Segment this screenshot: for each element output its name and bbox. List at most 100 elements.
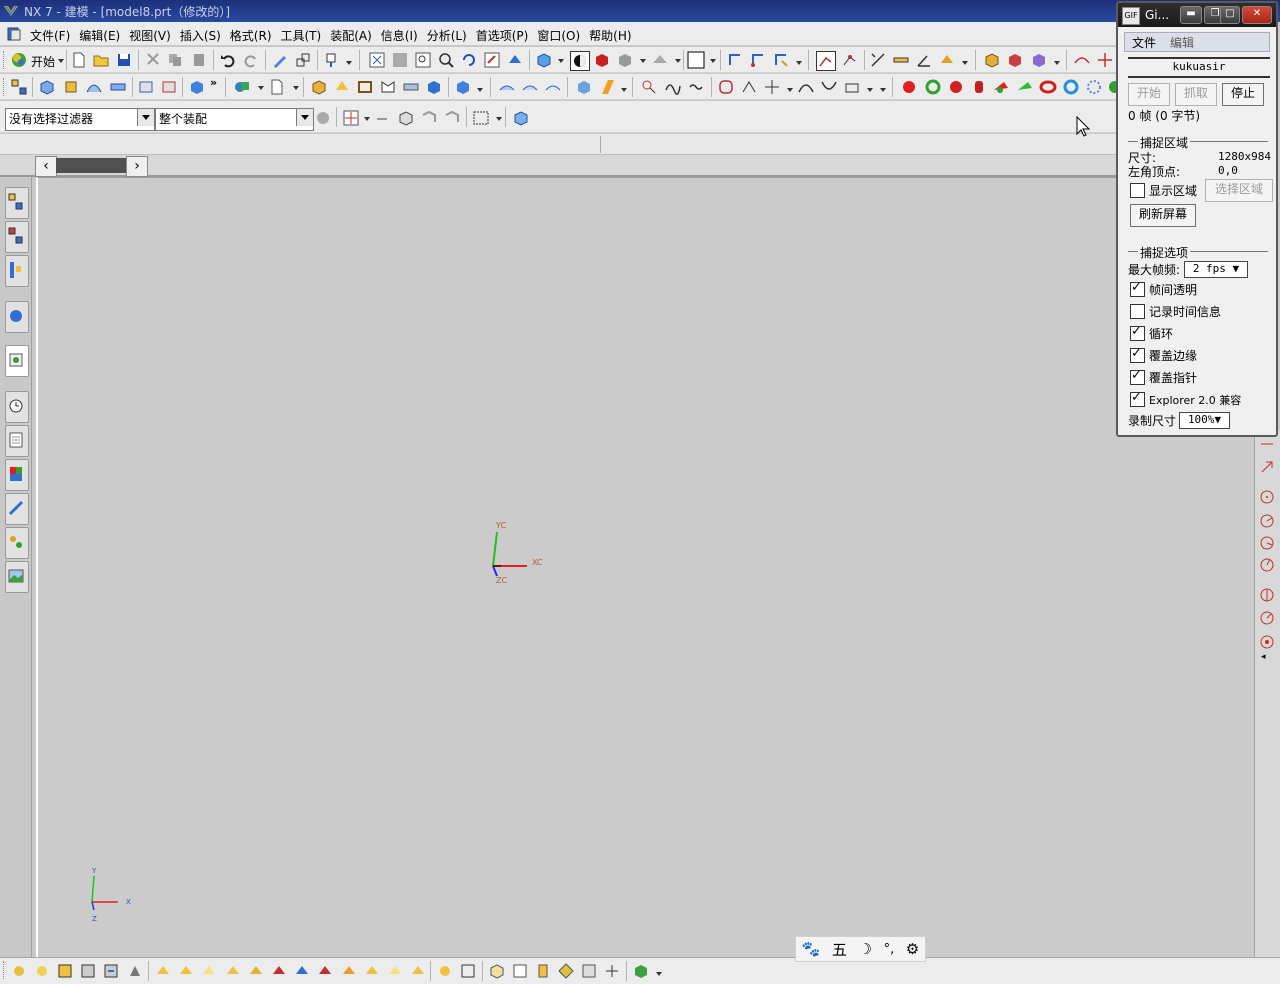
part-navigator-icon[interactable] bbox=[10, 78, 28, 96]
mirror-icon[interactable] bbox=[270, 962, 288, 980]
history-palette-tab[interactable] bbox=[5, 561, 29, 593]
cover-pointer-checkbox[interactable] bbox=[1130, 368, 1145, 385]
make-corner-icon[interactable] bbox=[409, 962, 427, 980]
shade-icon[interactable] bbox=[632, 962, 650, 980]
menu-format[interactable]: 格式(R) bbox=[228, 27, 279, 44]
capture-menu-file[interactable]: 文件 bbox=[1132, 34, 1156, 51]
capture-grab-button[interactable]: 抓取 bbox=[1175, 83, 1217, 106]
more-tools-icon[interactable]: ◂ bbox=[1261, 652, 1266, 662]
capture-stop-button[interactable]: 停止 bbox=[1222, 83, 1264, 106]
extract-curve-icon[interactable] bbox=[843, 78, 861, 96]
thicken-icon[interactable] bbox=[425, 78, 443, 96]
point-tool-icon[interactable] bbox=[1258, 586, 1276, 604]
menu-window[interactable]: 窗口(O) bbox=[535, 27, 587, 44]
document-app-icon[interactable] bbox=[6, 26, 22, 42]
extrude-icon[interactable] bbox=[38, 78, 56, 96]
menu-insert[interactable]: 插入(S) bbox=[178, 27, 228, 44]
block-icon[interactable] bbox=[188, 78, 206, 96]
cover-border-checkbox[interactable] bbox=[1130, 346, 1145, 363]
render-style-icon[interactable] bbox=[570, 51, 590, 71]
point-on-curve-icon[interactable] bbox=[841, 51, 859, 69]
polygon-tool-icon[interactable] bbox=[1258, 633, 1276, 651]
select-edge-icon[interactable] bbox=[443, 109, 461, 127]
record-time-checkbox[interactable] bbox=[1130, 304, 1145, 319]
component-position-icon[interactable] bbox=[1030, 51, 1048, 69]
process-studio-tab[interactable] bbox=[5, 493, 29, 525]
measure-angle-icon[interactable] bbox=[915, 51, 933, 69]
menu-tools[interactable]: 工具(T) bbox=[279, 27, 329, 44]
cone-icon[interactable] bbox=[992, 78, 1010, 96]
view-direction-icon[interactable] bbox=[506, 51, 524, 69]
gear-red-icon[interactable] bbox=[947, 78, 965, 96]
dotted-ring-icon[interactable] bbox=[1085, 78, 1103, 96]
open-folder-icon[interactable] bbox=[92, 51, 110, 69]
paint-brush-icon[interactable] bbox=[323, 51, 341, 69]
hole-icon[interactable] bbox=[137, 78, 155, 96]
more-icon[interactable]: » bbox=[210, 76, 217, 89]
sketch-curve-icon[interactable] bbox=[10, 962, 28, 980]
paste-icon[interactable] bbox=[190, 51, 208, 69]
fit-view-icon[interactable] bbox=[368, 51, 386, 69]
gear-icon[interactable]: ⚙ bbox=[906, 940, 919, 958]
circle-tool-icon[interactable] bbox=[1258, 488, 1276, 506]
edge-blend-icon[interactable] bbox=[310, 78, 328, 96]
sketch-point-icon[interactable] bbox=[33, 962, 51, 980]
point-set-icon[interactable] bbox=[224, 962, 242, 980]
menu-assembly[interactable]: 装配(A) bbox=[328, 27, 379, 44]
spline-icon[interactable] bbox=[664, 78, 682, 96]
menu-view[interactable]: 视图(V) bbox=[127, 27, 178, 44]
loop-checkbox[interactable] bbox=[1130, 324, 1145, 341]
torus-icon[interactable] bbox=[1039, 78, 1057, 96]
arc-tool-icon[interactable] bbox=[1258, 512, 1276, 530]
explorer-compat-checkbox[interactable] bbox=[1130, 390, 1145, 407]
sweep-icon[interactable] bbox=[85, 78, 103, 96]
measure-distance-icon[interactable] bbox=[869, 51, 887, 69]
view-iso-icon[interactable] bbox=[557, 962, 575, 980]
view-front-icon[interactable] bbox=[511, 962, 529, 980]
ring-blue-icon[interactable] bbox=[1062, 78, 1080, 96]
zoom-in-out-icon[interactable] bbox=[437, 51, 455, 69]
datum-plane-icon[interactable] bbox=[154, 962, 172, 980]
sketch-profile-icon[interactable] bbox=[79, 962, 97, 980]
trim-body-icon[interactable] bbox=[575, 78, 593, 96]
section-view-icon[interactable] bbox=[651, 51, 669, 69]
boolean-icon[interactable] bbox=[233, 78, 251, 96]
close-button[interactable]: ✕ bbox=[1242, 6, 1272, 24]
selection-scope-dropdown[interactable]: 整个装配 bbox=[155, 108, 314, 131]
datum-axis-icon[interactable] bbox=[177, 962, 195, 980]
measure-body-icon[interactable] bbox=[938, 51, 956, 69]
selection-filter-dropdown[interactable]: 没有选择过滤器 bbox=[5, 108, 155, 131]
record-size-dropdown[interactable]: 100%▼ bbox=[1179, 412, 1230, 429]
reuse-library-tab[interactable] bbox=[5, 301, 29, 333]
quick-trim-icon[interactable] bbox=[436, 962, 454, 980]
select-component-icon[interactable] bbox=[512, 109, 530, 127]
sketch-constraint-icon[interactable] bbox=[102, 962, 120, 980]
roles-tab[interactable] bbox=[5, 527, 29, 559]
tube-icon[interactable] bbox=[109, 78, 127, 96]
menu-edit[interactable]: 编辑(E) bbox=[77, 27, 127, 44]
minimize-button[interactable]: ▬ bbox=[1180, 6, 1202, 24]
view-trimetric-icon[interactable] bbox=[580, 962, 598, 980]
cylinder-icon[interactable] bbox=[970, 78, 988, 96]
boss-icon[interactable] bbox=[160, 78, 178, 96]
transform-icon[interactable] bbox=[294, 51, 312, 69]
redo-icon[interactable] bbox=[242, 51, 260, 69]
select-face-icon[interactable] bbox=[420, 109, 438, 127]
pan-icon[interactable] bbox=[483, 51, 501, 69]
view-top-icon[interactable] bbox=[488, 962, 506, 980]
capture-start-button[interactable]: 开始 bbox=[1128, 83, 1170, 106]
offset-curve-icon[interactable] bbox=[717, 78, 735, 96]
menu-help[interactable]: 帮助(H) bbox=[587, 27, 638, 44]
sketch-dimension-icon[interactable] bbox=[126, 962, 144, 980]
link-curve-icon[interactable] bbox=[459, 962, 477, 980]
part-navigator-tab[interactable] bbox=[5, 255, 29, 287]
tab-scroll-right-button[interactable]: › bbox=[126, 156, 148, 177]
measure-length-icon[interactable] bbox=[892, 51, 910, 69]
snap-point-icon[interactable] bbox=[816, 51, 836, 71]
fillet-icon[interactable] bbox=[316, 962, 334, 980]
tab-scroll-thumb[interactable] bbox=[56, 158, 128, 173]
ime-mode-five[interactable]: 五 bbox=[832, 939, 847, 960]
undo-icon[interactable] bbox=[219, 51, 237, 69]
vector-icon[interactable] bbox=[247, 962, 265, 980]
sketch-icon[interactable] bbox=[268, 78, 286, 96]
